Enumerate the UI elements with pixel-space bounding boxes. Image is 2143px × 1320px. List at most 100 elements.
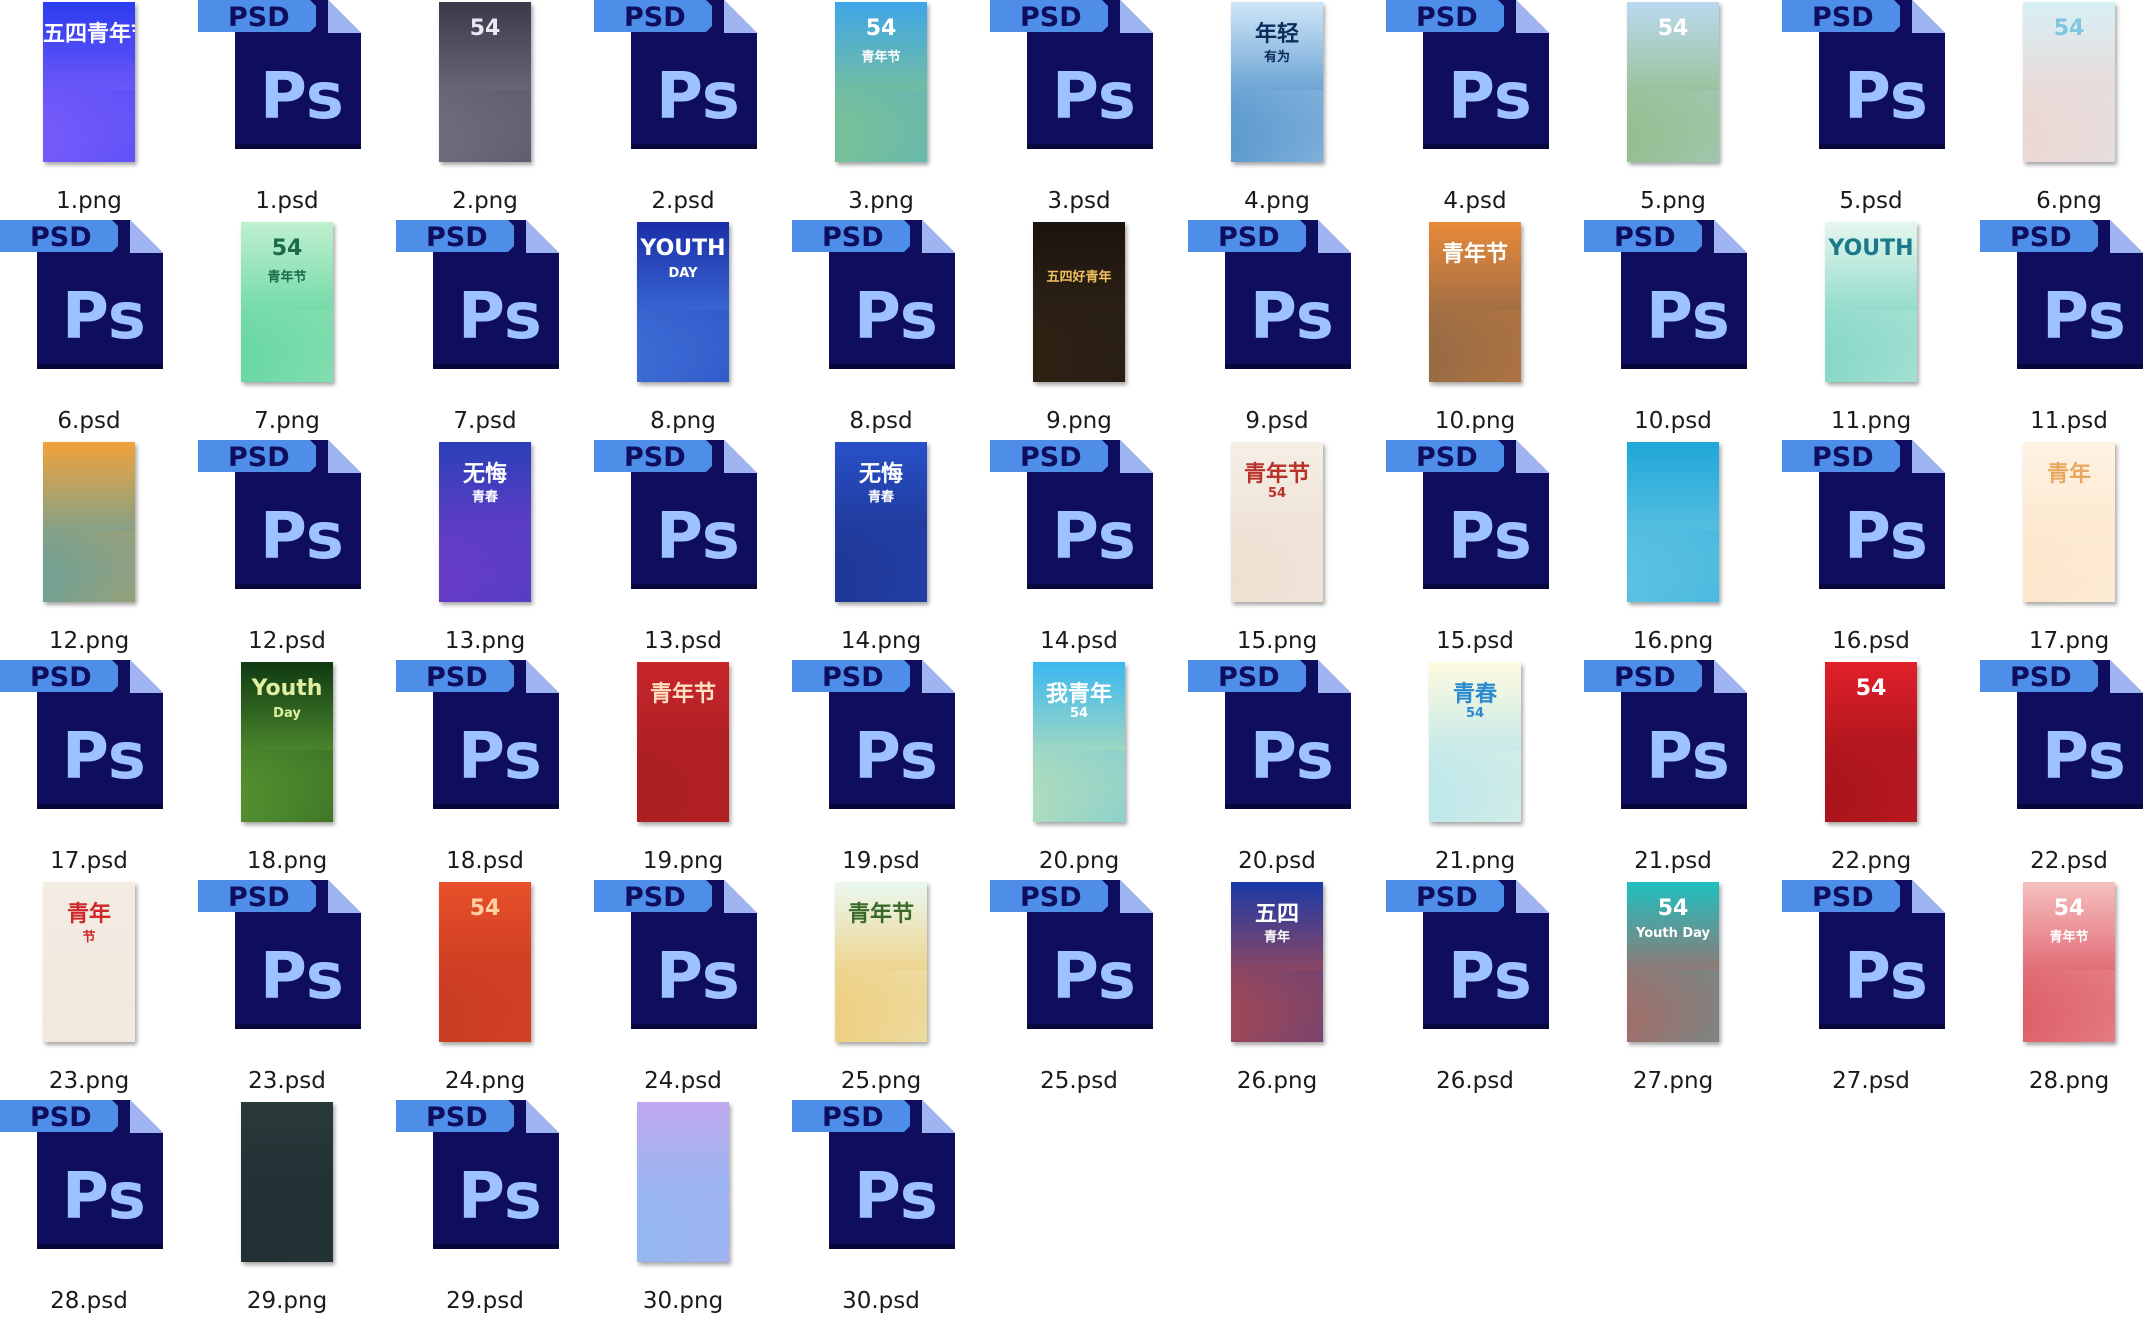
thumbnail-subtitle: 54: [1267, 486, 1287, 501]
png-file-item[interactable]: 青年节 25.png: [782, 880, 980, 1100]
png-file-item[interactable]: 青春 54 21.png: [1376, 660, 1574, 880]
psd-file-item[interactable]: PSD Ps 1.psd: [188, 0, 386, 220]
psd-badge-text: PSD: [228, 882, 290, 913]
psd-file-item[interactable]: PSD Ps 25.psd: [980, 880, 1178, 1100]
psd-file-item[interactable]: PSD Ps 20.psd: [1178, 660, 1376, 880]
psd-badge-text: PSD: [1812, 882, 1874, 913]
png-file-item[interactable]: 青年节 19.png: [584, 660, 782, 880]
png-file-item[interactable]: 年轻 有为 4.png: [1178, 0, 1376, 220]
image-thumbnail: 五四 青年: [1231, 882, 1323, 1042]
thumbnail-artwork: [1627, 530, 1719, 602]
psd-file-icon: PSD Ps: [1584, 220, 1747, 369]
psd-file-item[interactable]: PSD Ps 16.psd: [1772, 440, 1970, 660]
png-file-item[interactable]: YOUTH 11.png: [1772, 220, 1970, 440]
psd-file-item[interactable]: PSD Ps 27.psd: [1772, 880, 1970, 1100]
png-file-item[interactable]: YOUTH DAY 8.png: [584, 220, 782, 440]
psd-file-item[interactable]: PSD Ps 30.psd: [782, 1100, 980, 1320]
file-name-label: 2.psd: [651, 188, 715, 214]
psd-file-item[interactable]: PSD Ps 7.psd: [386, 220, 584, 440]
png-file-item[interactable]: 54 青年节 7.png: [188, 220, 386, 440]
png-file-item[interactable]: 青年节 10.png: [1376, 220, 1574, 440]
ps-logo-text: Ps: [1250, 280, 1334, 354]
psd-file-item[interactable]: PSD Ps 3.psd: [980, 0, 1178, 220]
png-file-item[interactable]: 12.png: [0, 440, 188, 660]
psd-file-item[interactable]: PSD Ps 8.psd: [782, 220, 980, 440]
png-file-item[interactable]: 16.png: [1574, 440, 1772, 660]
png-file-item[interactable]: 54 青年节 28.png: [1970, 880, 2143, 1100]
png-file-item[interactable]: 54 6.png: [1970, 0, 2143, 220]
psd-file-item[interactable]: PSD Ps 2.psd: [584, 0, 782, 220]
psd-file-item[interactable]: PSD Ps 14.psd: [980, 440, 1178, 660]
psd-badge-text: PSD: [426, 1102, 488, 1133]
image-thumbnail: 青年节: [43, 882, 135, 1042]
psd-file-item[interactable]: PSD Ps 15.psd: [1376, 440, 1574, 660]
psd-file-icon: PSD Ps: [792, 220, 955, 369]
png-file-item[interactable]: 54 Youth Day 27.png: [1574, 880, 1772, 1100]
thumbnail-artwork: [43, 90, 135, 162]
ps-logo-text: Ps: [2042, 720, 2126, 794]
psd-file-item[interactable]: PSD Ps 28.psd: [0, 1100, 188, 1320]
png-file-item[interactable]: 30.png: [584, 1100, 782, 1320]
psd-file-item[interactable]: PSD Ps 17.psd: [0, 660, 188, 880]
thumbnail-title: 青年节: [1441, 242, 1508, 267]
file-name-label: 17.psd: [50, 848, 128, 874]
png-file-item[interactable]: 无悔 青春 13.png: [386, 440, 584, 660]
psd-file-icon: PSD Ps: [594, 880, 757, 1029]
ps-logo-text: Ps: [1448, 60, 1532, 134]
png-file-item[interactable]: 五四 青年 26.png: [1178, 880, 1376, 1100]
psd-file-item[interactable]: PSD Ps 23.psd: [188, 880, 386, 1100]
png-file-item[interactable]: 无悔 青春 14.png: [782, 440, 980, 660]
image-thumbnail: 54: [1627, 2, 1719, 162]
png-file-item[interactable]: 54 22.png: [1772, 660, 1970, 880]
psd-file-item[interactable]: PSD Ps 18.psd: [386, 660, 584, 880]
psd-file-item[interactable]: PSD Ps 21.psd: [1574, 660, 1772, 880]
psd-file-item[interactable]: PSD Ps 10.psd: [1574, 220, 1772, 440]
file-name-label: 19.psd: [842, 848, 920, 874]
psd-file-item[interactable]: PSD Ps 11.psd: [1970, 220, 2143, 440]
thumbnail-subtitle: 青年节: [2049, 930, 2089, 945]
file-name-label: 4.psd: [1443, 188, 1507, 214]
png-file-item[interactable]: 青年 17.png: [1970, 440, 2143, 660]
psd-file-item[interactable]: PSD Ps 19.psd: [782, 660, 980, 880]
psd-badge-text: PSD: [1416, 882, 1478, 913]
psd-file-item[interactable]: PSD Ps 24.psd: [584, 880, 782, 1100]
psd-file-icon: PSD Ps: [1188, 220, 1351, 369]
thumbnail-artwork: [43, 530, 135, 602]
image-thumbnail: 54 Youth Day: [1627, 882, 1719, 1042]
file-name-label: 3.psd: [1047, 188, 1111, 214]
psd-file-icon: PSD Ps: [0, 220, 163, 369]
psd-file-item[interactable]: PSD Ps 4.psd: [1376, 0, 1574, 220]
image-thumbnail: 青年节 54: [1231, 442, 1323, 602]
thumbnail-title: 青春: [1452, 682, 1497, 707]
png-file-item[interactable]: 我青年 54 20.png: [980, 660, 1178, 880]
png-file-item[interactable]: 54 青年节 3.png: [782, 0, 980, 220]
thumbnail-subtitle: 54: [1069, 706, 1089, 721]
png-file-item[interactable]: Youth Day 18.png: [188, 660, 386, 880]
psd-file-item[interactable]: PSD Ps 22.psd: [1970, 660, 2143, 880]
png-file-item[interactable]: 29.png: [188, 1100, 386, 1320]
psd-file-item[interactable]: PSD Ps 9.psd: [1178, 220, 1376, 440]
file-name-label: 21.png: [1434, 848, 1516, 874]
file-name-label: 11.png: [1830, 408, 1912, 434]
psd-file-item[interactable]: PSD Ps 29.psd: [386, 1100, 584, 1320]
png-file-item[interactable]: 54 5.png: [1574, 0, 1772, 220]
psd-badge-text: PSD: [1416, 442, 1478, 473]
png-file-item[interactable]: 54 24.png: [386, 880, 584, 1100]
psd-file-item[interactable]: PSD Ps 13.psd: [584, 440, 782, 660]
png-file-item[interactable]: 54 2.png: [386, 0, 584, 220]
psd-badge-text: PSD: [228, 2, 290, 33]
psd-file-item[interactable]: PSD Ps 6.psd: [0, 220, 188, 440]
png-file-item[interactable]: 青年节 23.png: [0, 880, 188, 1100]
psd-file-item[interactable]: PSD Ps 12.psd: [188, 440, 386, 660]
psd-file-item[interactable]: PSD Ps 5.psd: [1772, 0, 1970, 220]
psd-file-icon: PSD Ps: [198, 440, 361, 589]
png-file-item[interactable]: 五四青年节 1.png: [0, 0, 188, 220]
png-file-item[interactable]: 青年节 54 15.png: [1178, 440, 1376, 660]
ps-logo-text: Ps: [854, 1160, 938, 1234]
psd-file-item[interactable]: PSD Ps 26.psd: [1376, 880, 1574, 1100]
file-name-label: 16.psd: [1832, 628, 1910, 654]
psd-file-icon: PSD Ps: [1980, 220, 2143, 369]
image-thumbnail: 年轻 有为: [1231, 2, 1323, 162]
ps-logo-text: Ps: [1448, 500, 1532, 574]
png-file-item[interactable]: 五四好青年 9.png: [980, 220, 1178, 440]
